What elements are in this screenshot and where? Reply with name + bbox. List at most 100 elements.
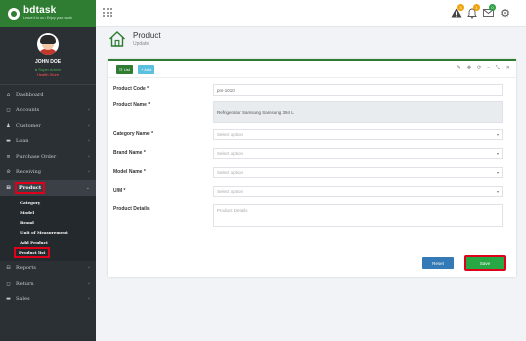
sidebar-item-label: Purchase Order bbox=[16, 153, 57, 160]
sidebar-item-label: Sales bbox=[16, 296, 30, 303]
sidebar-item-return[interactable]: ◻ Return ‹ bbox=[0, 276, 96, 292]
gear-icon[interactable]: ⚙ bbox=[498, 6, 512, 20]
panel-tools: ✎ ✥ ⟳ – ⤡ ✕ bbox=[457, 65, 510, 71]
form-row-product-details: Product Details Product Details bbox=[108, 204, 516, 228]
uom-select[interactable]: Select option ▾ bbox=[213, 186, 503, 197]
sidebar-item-label: Customer bbox=[16, 122, 41, 129]
move-icon[interactable]: ✥ bbox=[467, 65, 471, 71]
submenu-item-category[interactable]: Category bbox=[0, 197, 96, 208]
sidebar-item-loan[interactable]: ▬ Loan ‹ bbox=[0, 134, 96, 150]
form-row-product-code: Product Code * pm-1010 bbox=[108, 83, 516, 97]
uom-label: U/M * bbox=[113, 188, 126, 194]
avatar[interactable] bbox=[37, 33, 59, 55]
chevron-left-icon: ‹ bbox=[88, 296, 90, 303]
logo[interactable]: bdtask Leave it to us • Enjoy your work bbox=[0, 0, 96, 27]
sidebar-item-label: Receiving bbox=[16, 169, 41, 176]
page-subtitle: Update bbox=[133, 41, 150, 47]
expand-icon[interactable]: ⤡ bbox=[496, 65, 500, 71]
sidebar-item-receiving[interactable]: ⊘ Receiving ‹ bbox=[0, 165, 96, 181]
submenu-item-label: Product list bbox=[13, 247, 51, 258]
receiving-icon: ⊘ bbox=[6, 169, 11, 176]
list-button[interactable]: ☷ List bbox=[116, 65, 133, 74]
sales-icon: ▬ bbox=[6, 296, 11, 303]
add-button[interactable]: + Add bbox=[138, 65, 155, 74]
list-icon: ≡ bbox=[6, 153, 11, 160]
chevron-left-icon: ‹ bbox=[88, 138, 90, 145]
minimize-icon[interactable]: – bbox=[487, 65, 490, 71]
logo-mark-icon bbox=[8, 7, 20, 20]
sidebar-item-customer[interactable]: ♟ Customer ‹ bbox=[0, 118, 96, 134]
category-label: Category Name * bbox=[113, 131, 154, 137]
chevron-down-icon: ⌄ bbox=[85, 184, 90, 191]
submenu-item-unit-of-measurement[interactable]: Unit of Measurement bbox=[0, 227, 96, 238]
home-icon: ⌂ bbox=[6, 91, 11, 98]
uom-select-value: Select option bbox=[217, 189, 244, 194]
sidebar-item-label: Product bbox=[14, 181, 46, 194]
sidebar-item-reports[interactable]: ⊟ Reports ‹ bbox=[0, 261, 96, 277]
chevron-left-icon: ‹ bbox=[88, 122, 90, 129]
submenu-item-add-product[interactable]: Add Product bbox=[0, 237, 96, 248]
reset-button[interactable]: Reset bbox=[422, 257, 454, 269]
reports-icon: ⊟ bbox=[6, 265, 11, 272]
product-name-input[interactable]: Refrigerator Samsung Samsung 394 L bbox=[213, 101, 503, 123]
submenu-item-model[interactable]: Model bbox=[0, 207, 96, 218]
brand-name: bdtask bbox=[23, 5, 57, 16]
form-row-uom: U/M * Select option ▾ bbox=[108, 185, 516, 199]
user-profile: JOHN DOE ● Super Admin Health Store bbox=[0, 27, 96, 85]
bell-icon[interactable]: 1 bbox=[465, 4, 480, 20]
chevron-left-icon: ‹ bbox=[88, 107, 90, 114]
page-title: Product bbox=[133, 31, 161, 40]
loan-icon: ▬ bbox=[6, 138, 11, 145]
grid-icon[interactable] bbox=[103, 8, 112, 17]
chevron-down-icon: ▾ bbox=[496, 170, 499, 175]
edit-icon[interactable]: ✎ bbox=[457, 65, 461, 71]
model-select[interactable]: Select option ▾ bbox=[213, 167, 503, 178]
form-row-category: Category Name * Select option ▾ bbox=[108, 128, 516, 142]
mail-badge: 0 bbox=[489, 4, 496, 11]
category-select-value: Select option bbox=[217, 132, 244, 137]
product-details-label: Product Details bbox=[113, 206, 150, 212]
sidebar-item-label: Dashboard bbox=[16, 91, 44, 98]
brand-label: Brand Name * bbox=[113, 150, 146, 156]
brand-tagline: Leave it to us • Enjoy your work bbox=[23, 16, 72, 20]
form-row-brand: Brand Name * Select option ▾ bbox=[108, 147, 516, 161]
chevron-down-icon: ▾ bbox=[496, 132, 499, 137]
sidebar-item-product[interactable]: ⊟ Product ⌄ bbox=[0, 180, 96, 196]
sidebar-item-label: Reports bbox=[16, 265, 36, 272]
refresh-icon[interactable]: ⟳ bbox=[477, 65, 481, 71]
chevron-left-icon: ‹ bbox=[88, 169, 90, 176]
sidebar-item-accounts[interactable]: ◻ Accounts ‹ bbox=[0, 103, 96, 119]
home-icon bbox=[109, 31, 125, 47]
product-details-textarea[interactable]: Product Details bbox=[213, 204, 503, 227]
product-name-label: Product Name * bbox=[113, 102, 151, 108]
close-icon[interactable]: ✕ bbox=[506, 65, 510, 71]
user-icon: ♟ bbox=[6, 122, 11, 129]
return-icon: ◻ bbox=[6, 280, 11, 287]
product-code-input[interactable]: pm-1010 bbox=[213, 84, 503, 96]
alert-badge: 3 bbox=[457, 4, 464, 11]
product-icon: ⊟ bbox=[6, 184, 11, 191]
sidebar-item-dashboard[interactable]: ⌂ Dashboard bbox=[0, 87, 96, 103]
top-bar: 3 1 0 ⚙ bbox=[96, 0, 526, 27]
chevron-left-icon: ‹ bbox=[88, 265, 90, 272]
chevron-left-icon: ‹ bbox=[88, 280, 90, 287]
alert-icon[interactable]: 3 bbox=[449, 4, 464, 20]
sidebar-item-sales[interactable]: ▬ Sales ‹ bbox=[0, 292, 96, 308]
category-select[interactable]: Select option ▾ bbox=[213, 129, 503, 140]
brand-select[interactable]: Select option ▾ bbox=[213, 148, 503, 159]
form-row-product-name: Product Name * Refrigerator Samsung Sams… bbox=[108, 100, 516, 124]
chevron-left-icon: ‹ bbox=[88, 153, 90, 160]
model-label: Model Name * bbox=[113, 169, 146, 175]
product-form-panel: ☷ List + Add ✎ ✥ ⟳ – ⤡ ✕ Product Code * … bbox=[108, 59, 516, 277]
sidebar-item-label: Return bbox=[16, 280, 34, 287]
submenu-item-brand[interactable]: Brand bbox=[0, 217, 96, 228]
sidebar-item-purchase-order[interactable]: ≡ Purchase Order ‹ bbox=[0, 149, 96, 165]
bell-badge: 1 bbox=[473, 4, 480, 11]
sidebar: bdtask Leave it to us • Enjoy your work … bbox=[0, 0, 96, 341]
model-select-value: Select option bbox=[217, 170, 244, 175]
save-button[interactable]: Save bbox=[464, 255, 506, 271]
submenu-item-product-list[interactable]: Product list bbox=[0, 247, 96, 258]
mail-icon[interactable]: 0 bbox=[481, 4, 496, 20]
sidebar-item-label: Accounts bbox=[16, 107, 40, 114]
chevron-down-icon: ▾ bbox=[496, 189, 499, 194]
